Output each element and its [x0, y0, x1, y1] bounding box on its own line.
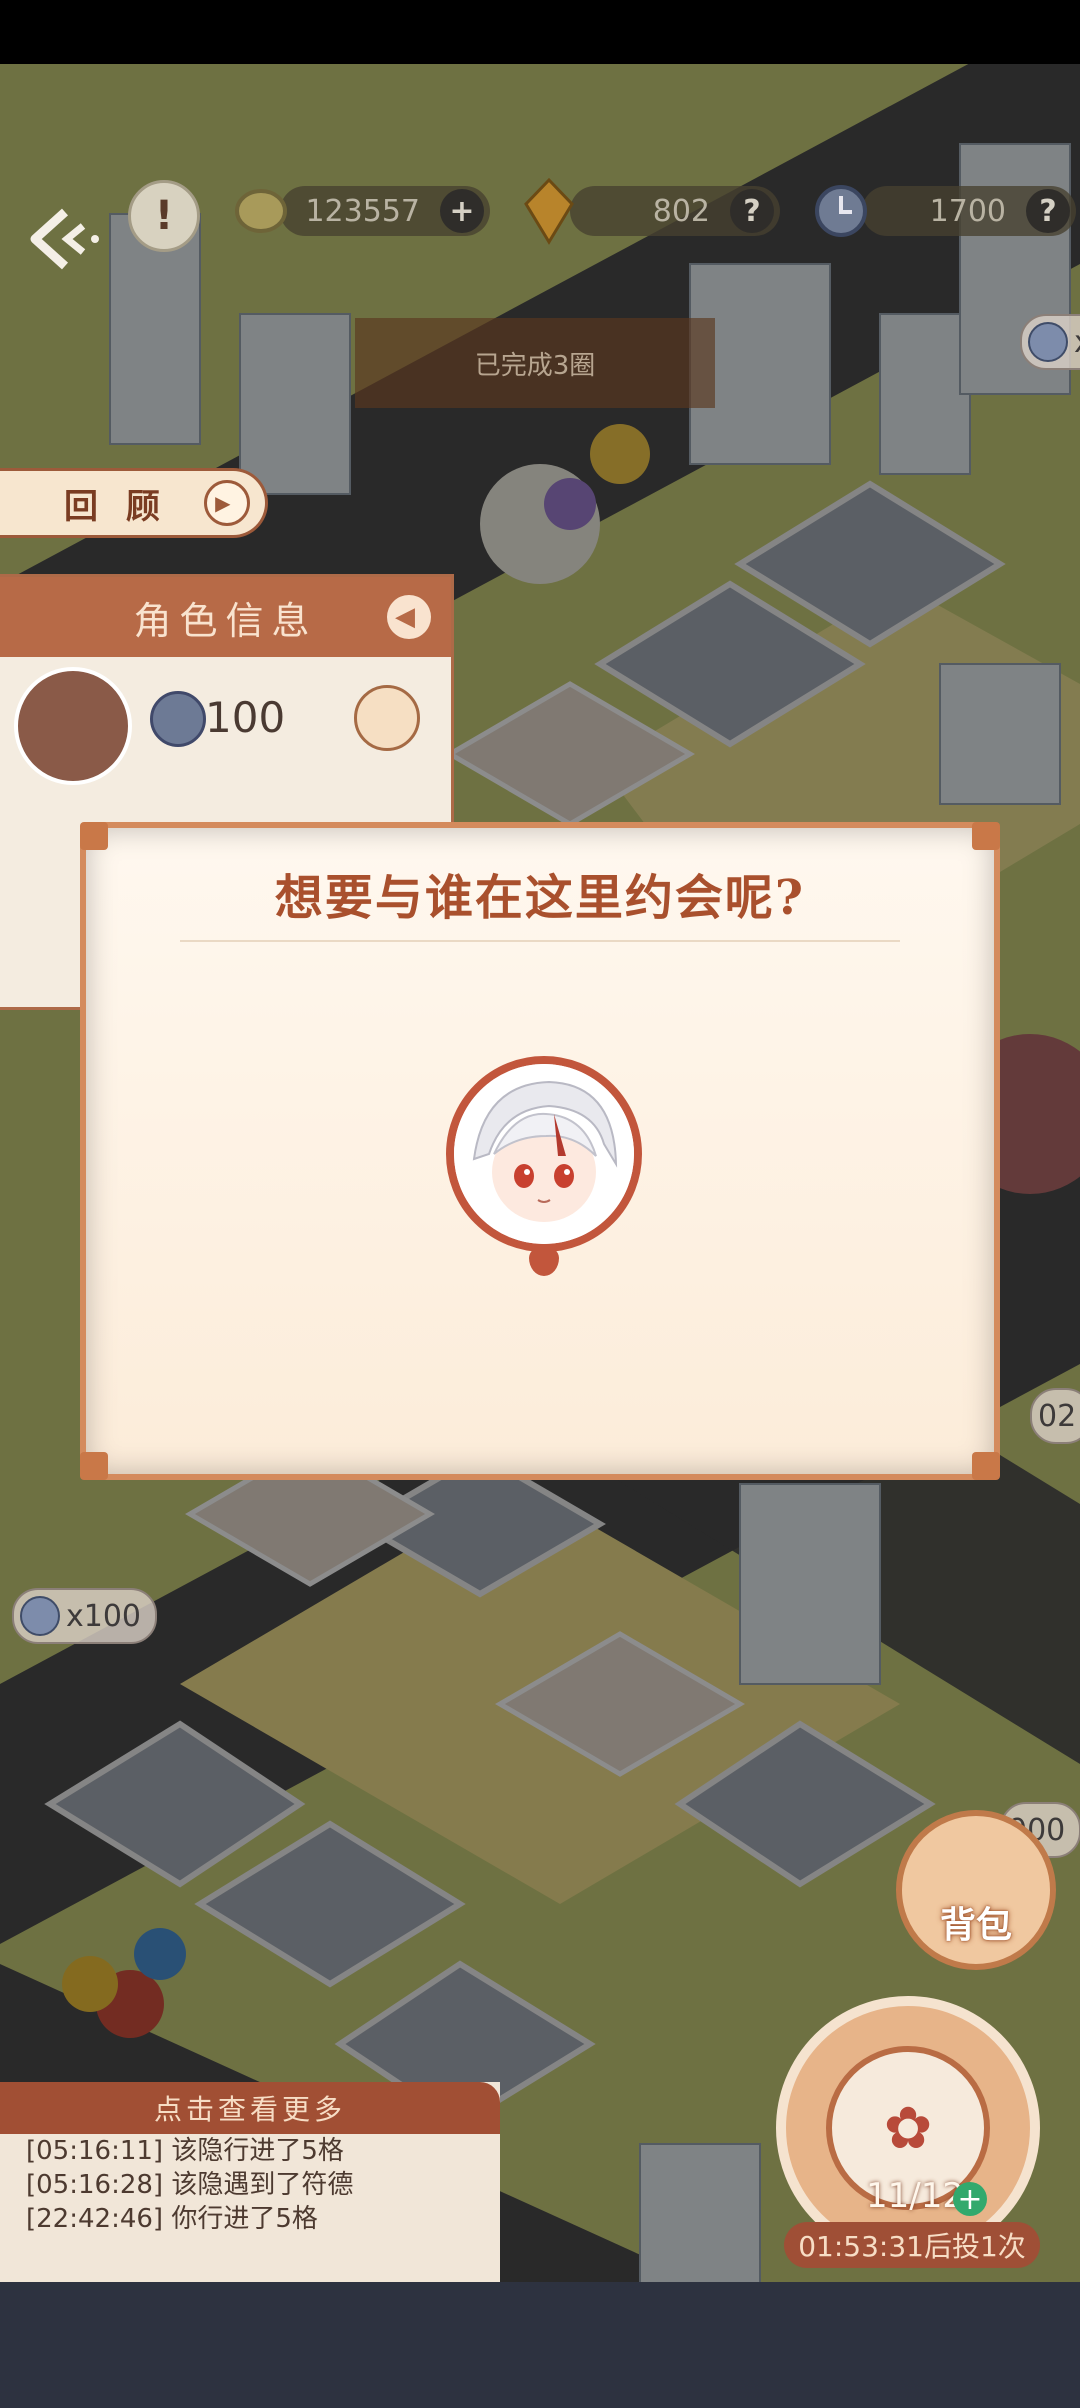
- log-text: 你行进了5格: [171, 2204, 318, 2234]
- gem-icon: [524, 177, 574, 245]
- clock-icon: [150, 691, 206, 747]
- reward-label: 02: [1038, 1398, 1077, 1434]
- clock-icon: [815, 185, 867, 237]
- reward-label: x: [1074, 325, 1080, 360]
- energy-count: 1700: [929, 193, 1006, 229]
- play-icon: ▶: [203, 480, 250, 526]
- coin-counter: 123557 +: [280, 186, 490, 236]
- add-dice-button[interactable]: +: [953, 2182, 987, 2217]
- gem-help-button[interactable]: ?: [730, 189, 774, 233]
- bag-button[interactable]: 背包: [896, 1810, 1056, 1970]
- log-time: [05:16:28]: [26, 2170, 164, 2200]
- corner-ornament: [80, 1452, 108, 1480]
- role-info-title: 角色信息: [133, 598, 318, 643]
- corner-ornament: [972, 822, 1000, 850]
- log-time: [22:42:46]: [26, 2204, 164, 2234]
- dice-count: 11/12: [866, 2176, 964, 2216]
- event-log[interactable]: 点击查看更多 [05:16:11] 该隐行进了5格 [05:16:28] 该隐遇…: [0, 2082, 500, 2282]
- log-entry: [05:16:28] 该隐遇到了符德: [0, 2168, 500, 2202]
- log-text: 该隐行进了5格: [171, 2136, 344, 2166]
- log-text: 该隐遇到了符德: [171, 2170, 354, 2200]
- divider: [180, 940, 900, 942]
- log-time: [05:16:11]: [26, 2136, 164, 2166]
- dice-timer: 01:53:31后投1次: [784, 2222, 1040, 2268]
- dice-roll-button[interactable]: ✿: [776, 1996, 1040, 2260]
- back-button[interactable]: [20, 194, 110, 284]
- log-entry: [22:42:46] 你行进了5格: [0, 2202, 500, 2236]
- dialog-title: 想要与谁在这里约会呢?: [274, 870, 806, 926]
- reward-label: x100: [66, 1598, 142, 1634]
- status-bar: [0, 0, 1080, 64]
- navigation-bar: [0, 2282, 1080, 2408]
- add-coins-button[interactable]: +: [440, 189, 484, 233]
- back-arrow-icon: [30, 208, 99, 270]
- role-row[interactable]: 100: [0, 657, 451, 785]
- gem-counter: 802 ?: [570, 186, 780, 236]
- alert-icon: !: [154, 193, 174, 239]
- energy-counter: 1700 ?: [862, 186, 1076, 236]
- coin-icon: [235, 189, 287, 233]
- bag-label: 背包: [939, 1905, 1012, 1946]
- progress-banner: 已完成3圈: [355, 318, 715, 408]
- board-reward-badge: x100: [12, 1588, 158, 1644]
- gift-icon[interactable]: [354, 685, 420, 751]
- clock-coin-icon: [1028, 322, 1068, 362]
- board-reward-badge: 02: [1030, 1388, 1080, 1444]
- corner-ornament: [80, 822, 108, 850]
- role-info-header: 角色信息 ◀: [0, 577, 451, 657]
- gem-count: 802: [652, 193, 710, 229]
- character-avatar-option[interactable]: [446, 1056, 642, 1252]
- board-reward-badge: x: [1020, 314, 1080, 370]
- avatar: [14, 667, 132, 785]
- log-header[interactable]: 点击查看更多: [0, 2082, 500, 2134]
- role-score: 100: [205, 693, 286, 742]
- collapse-panel-button[interactable]: ◀: [387, 595, 431, 639]
- log-entry: [05:16:11] 该隐行进了5格: [0, 2134, 500, 2168]
- review-label: 回 顾: [64, 486, 168, 527]
- coin-count: 123557: [305, 193, 420, 229]
- date-partner-dialog: 想要与谁在这里约会呢?: [80, 822, 1000, 1480]
- review-button[interactable]: 回 顾 ▶: [0, 468, 268, 538]
- energy-help-button[interactable]: ?: [1026, 189, 1070, 233]
- character-portrait: [454, 1064, 634, 1244]
- clock-coin-icon: [20, 1596, 60, 1636]
- corner-ornament: [972, 1452, 1000, 1480]
- location-pin-icon: [529, 1246, 559, 1276]
- alert-button[interactable]: !: [128, 180, 200, 252]
